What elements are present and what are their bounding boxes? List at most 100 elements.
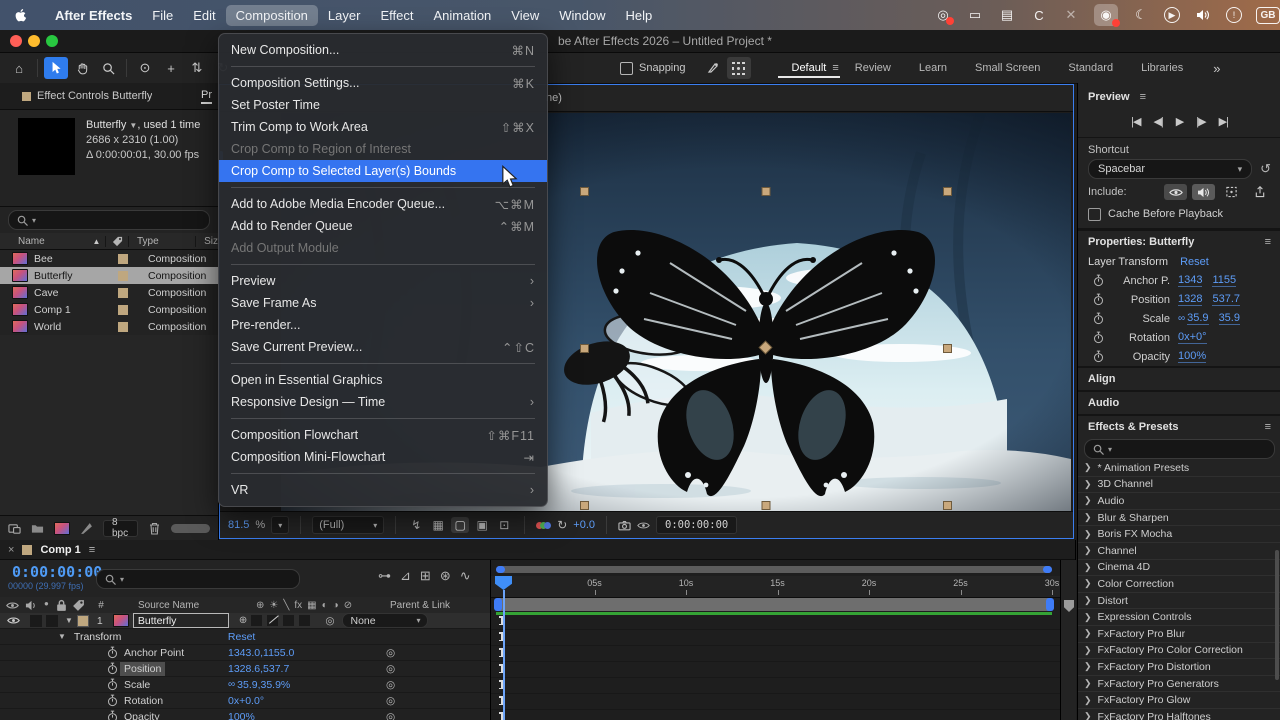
menubar-item-edit[interactable]: Edit [183, 5, 225, 26]
previous-frame-icon[interactable]: ◀| [1153, 115, 1162, 128]
comp-region-icon[interactable]: ⊡ [495, 517, 513, 533]
menu-item-trim-comp-to-work-area[interactable]: Trim Comp to Work Area⇧⌘X [219, 116, 547, 138]
audio-panel-header[interactable]: Audio [1078, 390, 1280, 414]
workspace-tab-standard[interactable]: Standard [1054, 58, 1127, 78]
alert-icon[interactable]: ! [1226, 7, 1242, 23]
blend-icon[interactable]: ◐ [322, 600, 328, 611]
workspace-tab-libraries[interactable]: Libraries [1127, 58, 1197, 78]
stopwatch-icon[interactable] [1088, 274, 1108, 287]
roto-box-icon[interactable] [727, 57, 751, 79]
window-icon[interactable]: ▭ [966, 6, 984, 24]
timeline-prop-anchor-point[interactable]: Anchor Point1343.0,1155.0◎ [0, 645, 490, 661]
timeline-timecode[interactable]: 0:00:00:00 [12, 563, 102, 581]
selection-tool[interactable] [44, 57, 68, 79]
zoom-window-button[interactable] [46, 35, 58, 47]
effects-category-fxfactory-pro-color-correction[interactable]: ❯FxFactory Pro Color Correction [1078, 643, 1280, 660]
timeline-track-area[interactable]: 0s05s10s15s20s25s30s [490, 560, 1061, 720]
panel-scrollbar[interactable] [171, 524, 210, 533]
tool-muted-icon[interactable]: ✕ [1062, 6, 1080, 24]
close-icon[interactable]: × [8, 544, 14, 556]
volume-icon[interactable] [1194, 6, 1212, 24]
effects-category-expression-controls[interactable]: ❯Expression Controls [1078, 609, 1280, 626]
next-frame-icon[interactable]: |▶ [1196, 115, 1205, 128]
stopwatch-icon[interactable] [104, 694, 120, 707]
menubar-item-window[interactable]: Window [549, 5, 615, 26]
input-source-GB[interactable]: GB [1256, 7, 1280, 24]
menu-item-composition-mini-flowchart[interactable]: Composition Mini-Flowchart⇥ [219, 446, 547, 468]
parent-pickwhip-icon[interactable]: ◎ [386, 679, 395, 691]
workspace-tab-review[interactable]: Review [841, 58, 905, 78]
collapse-transformations-icon[interactable]: ⊕ [239, 614, 247, 627]
timeline-prop-name[interactable]: Opacity [120, 711, 228, 720]
layer-audio-toggle[interactable] [29, 614, 43, 628]
timeline-prop-scale[interactable]: Scale∞ 35.9,35.9% ◎ [0, 677, 490, 693]
column-name[interactable]: Name [0, 236, 92, 247]
menu-item-crop-comp-to-region-of-interest[interactable]: Crop Comp to Region of Interest [219, 138, 547, 160]
transparency-grid-icon[interactable]: ▦ [429, 517, 447, 533]
work-area-bar[interactable] [496, 598, 1052, 611]
quality-icon[interactable]: ◑ [333, 600, 339, 611]
share-frame-icon[interactable] [1248, 184, 1271, 200]
effects-category-blur-sharpen[interactable]: ❯Blur & Sharpen [1078, 510, 1280, 527]
timeline-prop-name[interactable]: Scale [120, 679, 228, 691]
effects-presets-header[interactable]: Effects & Presets ≡ [1078, 414, 1280, 438]
comp-flowchart-icon[interactable]: ⊶ [378, 568, 391, 584]
screen-record-icon[interactable]: ◎ [934, 6, 952, 24]
effects-category-distort[interactable]: ❯Distort [1078, 593, 1280, 610]
exposure-value[interactable]: +0.0 [573, 519, 595, 531]
menu-item-vr[interactable]: VR› [219, 479, 547, 501]
timeline-prop-opacity[interactable]: Opacity100%◎ [0, 709, 490, 720]
stopwatch-icon[interactable] [104, 710, 120, 720]
link-icon[interactable]: ∞ [228, 679, 235, 690]
reset-exposure-icon[interactable]: ↻ [557, 518, 567, 532]
menu-item-add-to-adobe-media-encoder-queue[interactable]: Add to Adobe Media Encoder Queue...⌥⌘M [219, 193, 547, 215]
property-value[interactable]: 35.9 [1187, 312, 1208, 325]
timeline-reset-link[interactable]: Reset [228, 631, 255, 643]
timeline-horizontal-scrollbar[interactable] [496, 566, 1052, 573]
timeline-prop-value[interactable]: 35.9,35.9% [237, 679, 290, 691]
shortcut-dropdown[interactable]: Spacebar ▾ [1088, 159, 1252, 179]
timeline-prop-value[interactable]: 1328.6,537.7 [228, 663, 289, 675]
timeline-search-input[interactable]: ▾ [96, 569, 300, 589]
menubar-item-view[interactable]: View [501, 5, 549, 26]
moon-icon[interactable]: ☾ [1132, 6, 1150, 24]
playhead-line[interactable] [503, 590, 505, 720]
property-value[interactable]: 1343 [1178, 274, 1202, 287]
menu-item-composition-settings[interactable]: Composition Settings...⌘K [219, 72, 547, 94]
effects-category-channel[interactable]: ❯Channel [1078, 543, 1280, 560]
zoom-value[interactable]: 81.5 [228, 519, 249, 531]
quality-switch[interactable] [266, 614, 279, 627]
project-row-bee[interactable]: BeeComposition [0, 250, 218, 267]
menu-item-add-to-render-queue[interactable]: Add to Render Queue⌃⌘M [219, 215, 547, 237]
menubar-item-file[interactable]: File [142, 5, 183, 26]
mask-grid-icon[interactable]: ▦ [307, 600, 316, 611]
apple-icon[interactable] [14, 9, 27, 22]
layer-label-swatch[interactable] [77, 615, 89, 627]
project-row-world[interactable]: WorldComposition [0, 318, 218, 335]
property-value[interactable]: 100% [1178, 350, 1206, 363]
menu-item-pre-render[interactable]: Pre-render... [219, 314, 547, 336]
fx-icon[interactable]: fx [294, 600, 302, 611]
switch-box[interactable] [282, 614, 295, 627]
adjust-icon[interactable] [80, 522, 93, 535]
transform-group-row[interactable]: ▼ Transform Reset [0, 629, 490, 645]
reset-shortcut-icon[interactable]: ↺ [1260, 161, 1271, 177]
property-value[interactable]: 537.7 [1212, 293, 1240, 306]
project-search-input[interactable]: ▾ [8, 210, 210, 230]
hand-tool[interactable] [70, 57, 94, 79]
effects-category-fxfactory-pro-halftones[interactable]: ❯FxFactory Pro Halftones [1078, 709, 1280, 720]
effects-category-fxfactory-pro-blur[interactable]: ❯FxFactory Pro Blur [1078, 626, 1280, 643]
effects-category-fxfactory-pro-generators[interactable]: ❯FxFactory Pro Generators [1078, 676, 1280, 693]
stopwatch-icon[interactable] [1088, 293, 1108, 306]
timeline-prop-name[interactable]: Position [120, 663, 228, 675]
stopwatch-icon[interactable] [1088, 350, 1108, 363]
menu-item-crop-comp-to-selected-layer-s-bounds[interactable]: Crop Comp to Selected Layer(s) Bounds [219, 160, 547, 182]
close-window-button[interactable] [10, 35, 22, 47]
trash-icon[interactable] [148, 522, 161, 535]
column-type[interactable]: Type [128, 236, 195, 247]
parent-pickwhip-icon[interactable]: ◎ [386, 695, 395, 707]
app-active-icon[interactable]: ◉ [1094, 4, 1118, 26]
timeline-prop-position[interactable]: Position1328.6,537.7◎ [0, 661, 490, 677]
comp-marker-bin[interactable] [1064, 600, 1074, 612]
minimize-window-button[interactable] [28, 35, 40, 47]
